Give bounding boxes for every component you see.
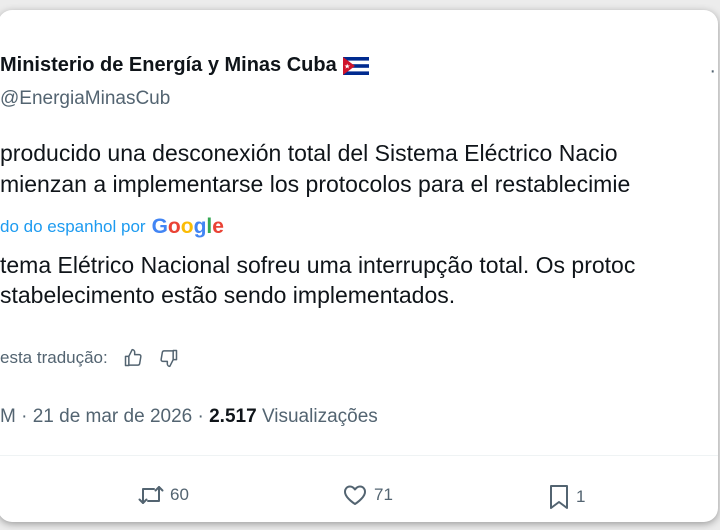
translated-by-link[interactable]: do do espanhol por Google [0, 215, 224, 239]
heart-icon [344, 485, 366, 505]
timestamp[interactable]: M · 21 de mar de 2026 · [0, 406, 204, 427]
bookmark-button[interactable]: 1 [548, 484, 585, 510]
thumbs-down-icon[interactable] [158, 347, 180, 369]
translated-by-label: do do espanhol por [0, 217, 146, 236]
author-name[interactable]: Ministerio de Energía y Minas Cuba [0, 54, 337, 77]
rate-translation: esta tradução: [0, 347, 180, 369]
views-label: Visualizações [261, 406, 378, 427]
cuba-flag-icon [342, 56, 369, 75]
thumbs-up-icon[interactable] [122, 347, 144, 369]
more-options-icon[interactable]: · [709, 60, 716, 83]
translation-text-line-1: tema Elétrico Nacional sofreu uma interr… [0, 252, 636, 278]
retweet-count: 60 [170, 485, 189, 504]
views-count: 2.517 [209, 406, 257, 427]
bookmark-count: 1 [576, 487, 586, 506]
original-text-line-2: mienzan a implementarse los protocolos p… [0, 171, 631, 197]
retweet-button[interactable]: 60 [138, 484, 189, 506]
like-count: 71 [374, 485, 393, 504]
original-text-line-1: producido una desconexión total del Sist… [0, 140, 618, 166]
tweet-card: Ministerio de Energía y Minas Cuba @Ener… [0, 10, 718, 522]
author-handle[interactable]: @EnergiaMinasCub [0, 88, 170, 110]
google-logo: Google [151, 215, 224, 238]
translation-text-line-2: stabelecimento estão sendo implementados… [0, 282, 456, 308]
divider [0, 455, 718, 456]
like-button[interactable]: 71 [342, 484, 393, 506]
author-row[interactable]: Ministerio de Energía y Minas Cuba [0, 54, 369, 77]
bookmark-icon [550, 485, 568, 509]
retweet-icon [138, 486, 164, 504]
rate-translation-label: esta tradução: [0, 348, 108, 367]
tweet-meta: M · 21 de mar de 2026 · 2.517 Visualizaç… [0, 406, 378, 428]
